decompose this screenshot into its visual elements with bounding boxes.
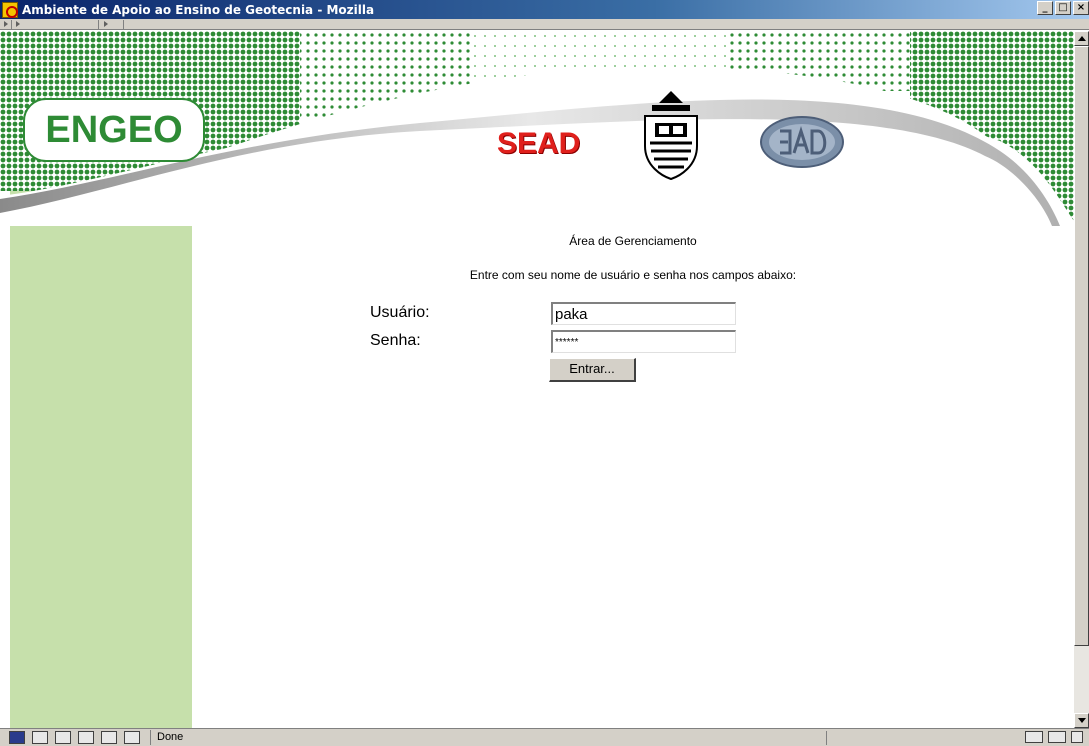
mozilla-app-icon xyxy=(2,1,18,18)
toolbar-grip-navigation[interactable] xyxy=(2,20,12,29)
left-sidebar xyxy=(10,191,192,728)
toolbar-grip-tabs[interactable] xyxy=(102,20,124,29)
chat-icon[interactable] xyxy=(101,731,117,744)
security-icon[interactable] xyxy=(1048,731,1066,743)
engeo-logo: ENGEO xyxy=(45,109,183,151)
ead-logo-icon xyxy=(760,116,844,168)
login-area: Área de Gerenciamento Entre com seu nome… xyxy=(192,226,1074,728)
scroll-thumb[interactable] xyxy=(1074,46,1089,646)
scroll-down-button[interactable] xyxy=(1074,713,1089,728)
window-title: Ambiente de Apoio ao Ensino de Geotecnia… xyxy=(22,2,375,17)
username-label: Usuário: xyxy=(370,304,430,321)
lock-icon[interactable] xyxy=(1071,731,1083,743)
login-submit-button[interactable]: Entrar... xyxy=(549,358,636,382)
maximize-button[interactable]: □ xyxy=(1055,1,1071,15)
sead-logo: SEAD xyxy=(497,127,581,160)
password-label: Senha: xyxy=(370,332,421,349)
username-input[interactable]: paka xyxy=(551,302,736,325)
login-instructions: Entre com seu nome de usuário e senha no… xyxy=(469,268,797,282)
status-bar: Done xyxy=(0,728,1089,746)
navigator-icon[interactable] xyxy=(9,731,25,744)
window-controls: _ □ × xyxy=(1037,1,1089,15)
status-text: Done xyxy=(150,730,740,745)
addressbook-icon[interactable] xyxy=(78,731,94,744)
close-button[interactable]: × xyxy=(1073,1,1089,15)
status-divider xyxy=(826,731,827,745)
status-indicators xyxy=(1025,731,1083,743)
online-icon[interactable] xyxy=(1025,731,1043,743)
minimize-button[interactable]: _ xyxy=(1037,1,1053,15)
toolbar-grip-personal[interactable] xyxy=(14,20,99,29)
password-input[interactable]: ****** xyxy=(551,330,736,353)
page-viewport: ENGEO SEAD Área de Gerenciamento Entre c… xyxy=(0,31,1074,728)
window-titlebar: Ambiente de Apoio ao Ensino de Geotecnia… xyxy=(0,0,1089,19)
edit-icon[interactable] xyxy=(124,731,140,744)
scroll-up-button[interactable] xyxy=(1074,31,1089,46)
page-heading: Área de Gerenciamento xyxy=(569,234,697,248)
composer-icon[interactable] xyxy=(55,731,71,744)
collapsed-toolbars xyxy=(0,19,1089,30)
mail-icon[interactable] xyxy=(32,731,48,744)
vertical-scrollbar[interactable] xyxy=(1074,31,1089,728)
